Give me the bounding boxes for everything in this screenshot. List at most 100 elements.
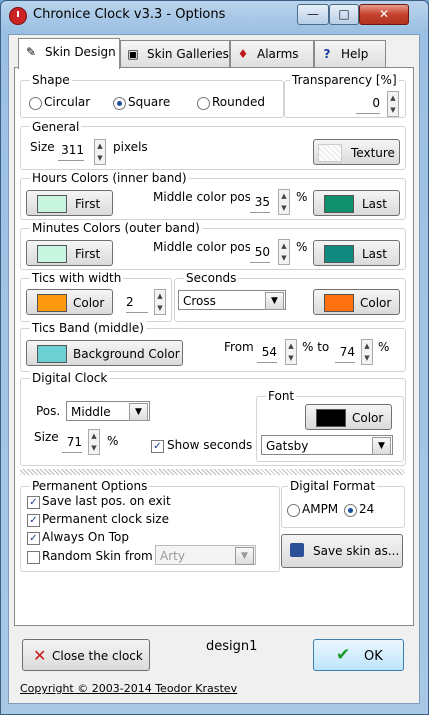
hours-middle-input[interactable]: 35 xyxy=(250,192,270,213)
tics-band-from-label: From xyxy=(224,340,254,354)
format-ampm-label: AMPM xyxy=(302,502,339,516)
tics-width-input[interactable]: 2 xyxy=(126,292,148,313)
font-label: Font xyxy=(266,389,297,403)
save-skin-label: Save skin as... xyxy=(313,544,400,558)
seconds-color-button[interactable]: Color xyxy=(313,289,400,315)
background-color-button[interactable]: Background Color xyxy=(26,340,183,366)
spin-up-icon[interactable]: ▲ xyxy=(279,240,289,252)
spin-up-icon[interactable]: ▲ xyxy=(279,190,289,202)
permanent-size-label: Permanent clock size xyxy=(42,512,169,526)
minutes-middle-input[interactable]: 50 xyxy=(250,242,270,263)
always-on-top-label: Always On Top xyxy=(42,530,129,544)
seconds-style-select[interactable]: Cross ▼ xyxy=(178,290,286,310)
shape-rounded-radio[interactable] xyxy=(197,97,210,110)
spin-down-icon[interactable]: ▼ xyxy=(155,302,165,314)
chevron-down-icon[interactable]: ▼ xyxy=(129,403,148,421)
spin-up-icon[interactable]: ▲ xyxy=(155,290,165,302)
spin-down-icon[interactable]: ▼ xyxy=(95,152,105,164)
minutes-first-color-button[interactable]: First xyxy=(26,240,113,266)
save-last-pos-checkbox[interactable]: ✓ xyxy=(27,496,40,509)
hours-last-color-button[interactable]: Last xyxy=(313,190,400,216)
texture-button-label: Texture xyxy=(351,146,395,160)
tics-color-swatch xyxy=(37,294,67,312)
save-last-pos-label: Save last pos. on exit xyxy=(42,494,171,508)
font-family-select[interactable]: Gatsby ▼ xyxy=(261,435,393,455)
hours-first-swatch xyxy=(37,195,67,213)
permanent-size-checkbox[interactable]: ✓ xyxy=(27,514,40,527)
hours-middle-unit: % xyxy=(296,190,308,204)
general-label: General xyxy=(30,120,82,134)
transparency-spinner[interactable]: ▲ ▼ xyxy=(387,91,399,117)
digital-size-label: Size xyxy=(34,430,59,444)
copyright-link[interactable]: Copyright © 2003-2014 Teodor Krastev xyxy=(20,682,237,695)
digital-size-unit: % xyxy=(107,434,119,448)
chevron-down-icon[interactable]: ▼ xyxy=(265,292,284,310)
shape-square-radio[interactable] xyxy=(113,97,126,110)
digital-size-input[interactable]: 71 xyxy=(62,432,82,453)
green-check-icon: ✔ xyxy=(336,645,351,665)
hours-middle-spinner[interactable]: ▲ ▼ xyxy=(278,189,290,215)
tics-width-spinner[interactable]: ▲ ▼ xyxy=(154,289,166,315)
hours-last-label: Last xyxy=(362,197,387,211)
format-ampm-radio[interactable] xyxy=(287,504,300,517)
close-clock-label: Close the clock xyxy=(52,649,143,663)
spin-down-icon[interactable]: ▼ xyxy=(279,252,289,264)
size-input[interactable]: 311 xyxy=(58,140,84,161)
digital-pos-label: Pos. xyxy=(36,404,61,418)
digital-size-spinner[interactable]: ▲ ▼ xyxy=(88,429,100,455)
shape-circular-radio[interactable] xyxy=(29,97,42,110)
tics-band-to-input[interactable]: 74 xyxy=(335,342,355,363)
spin-down-icon[interactable]: ▼ xyxy=(388,104,398,116)
minutes-middle-spinner[interactable]: ▲ ▼ xyxy=(278,239,290,265)
spin-up-icon[interactable]: ▲ xyxy=(89,430,99,442)
design-name: design1 xyxy=(206,639,258,654)
spin-up-icon[interactable]: ▲ xyxy=(362,340,372,352)
ok-button[interactable]: ✔ OK xyxy=(313,639,404,671)
spin-down-icon[interactable]: ▼ xyxy=(279,202,289,214)
tics-color-button[interactable]: Color xyxy=(26,289,113,315)
hours-first-color-button[interactable]: First xyxy=(26,190,113,216)
random-skin-value: Arty xyxy=(160,549,185,563)
random-skin-label: Random Skin from xyxy=(42,549,153,563)
spin-up-icon[interactable]: ▲ xyxy=(286,340,296,352)
shape-square-label: Square xyxy=(128,95,171,109)
tics-band-from-input[interactable]: 54 xyxy=(257,342,277,363)
tics-band-to-spinner[interactable]: ▲ ▼ xyxy=(361,339,373,365)
always-on-top-checkbox[interactable]: ✓ xyxy=(27,532,40,545)
hours-colors-label: Hours Colors (inner band) xyxy=(30,171,189,185)
splitter-bar[interactable] xyxy=(20,469,405,475)
size-label: Size xyxy=(30,140,55,154)
tics-label: Tics with width xyxy=(30,271,124,285)
save-disk-icon xyxy=(290,543,304,557)
digital-pos-select[interactable]: Middle ▼ xyxy=(66,401,150,421)
random-skin-checkbox[interactable] xyxy=(27,551,40,564)
random-skin-select[interactable]: Arty ▼ xyxy=(155,545,256,565)
spin-down-icon[interactable]: ▼ xyxy=(286,352,296,364)
chevron-down-icon[interactable]: ▼ xyxy=(235,547,254,565)
minutes-last-label: Last xyxy=(362,247,387,261)
transparency-label: Transparency [%] xyxy=(290,73,399,87)
font-color-swatch xyxy=(316,409,346,427)
minutes-middle-label: Middle color pos. xyxy=(153,240,255,254)
show-seconds-checkbox[interactable]: ✓ xyxy=(151,440,164,453)
font-color-button[interactable]: Color xyxy=(305,404,392,430)
tics-band-from-spinner[interactable]: ▲ ▼ xyxy=(285,339,297,365)
spin-down-icon[interactable]: ▼ xyxy=(89,442,99,454)
spin-up-icon[interactable]: ▲ xyxy=(388,92,398,104)
red-x-icon: ✕ xyxy=(33,646,47,665)
minutes-last-color-button[interactable]: Last xyxy=(313,240,400,266)
texture-swatch xyxy=(318,144,342,162)
background-color-swatch xyxy=(37,345,67,363)
spin-down-icon[interactable]: ▼ xyxy=(362,352,372,364)
shape-rounded-label: Rounded xyxy=(212,95,265,109)
spin-up-icon[interactable]: ▲ xyxy=(95,140,105,152)
transparency-input[interactable]: 0 xyxy=(356,93,380,114)
save-skin-button[interactable]: Save skin as... xyxy=(281,534,403,568)
chevron-down-icon[interactable]: ▼ xyxy=(372,437,391,455)
texture-button[interactable]: Texture xyxy=(313,139,400,165)
format-24-radio[interactable] xyxy=(344,504,357,517)
close-clock-button[interactable]: ✕ Close the clock xyxy=(22,639,150,671)
size-unit: pixels xyxy=(113,140,148,154)
size-spinner[interactable]: ▲ ▼ xyxy=(94,139,106,165)
digital-format-label: Digital Format xyxy=(288,479,378,493)
